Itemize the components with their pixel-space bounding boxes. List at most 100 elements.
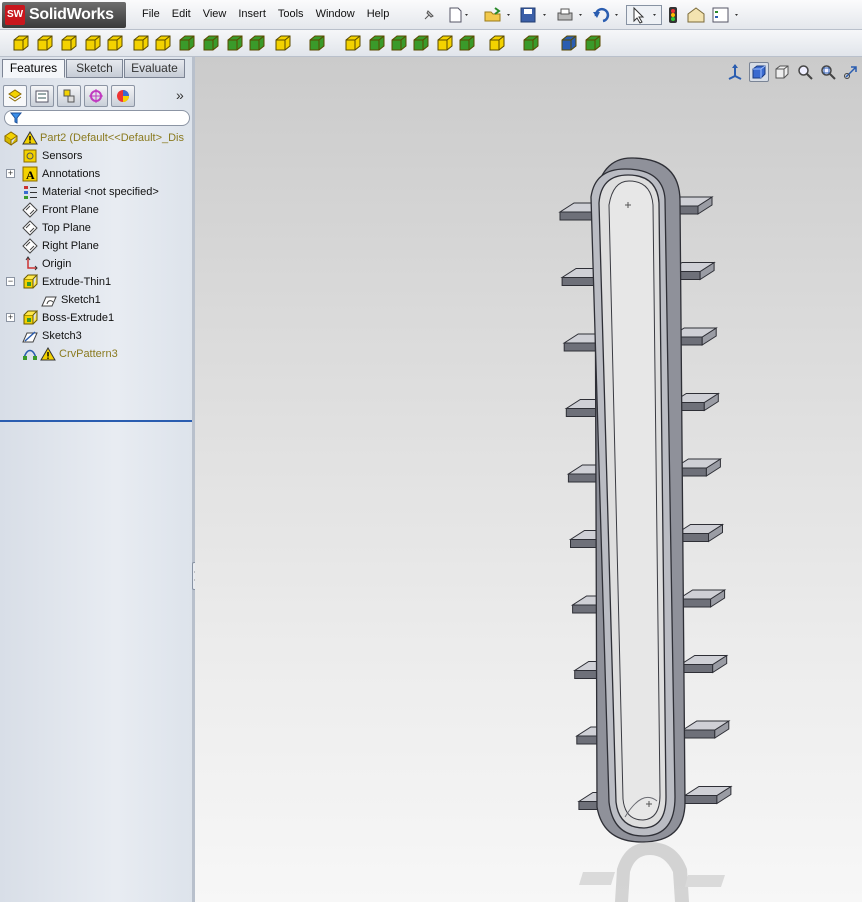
file-properties-icon[interactable] (684, 5, 708, 25)
annotations-icon: A (22, 166, 38, 182)
front-plane-label: Front Plane (42, 204, 99, 216)
menu-view[interactable]: View (197, 6, 233, 22)
origin-label: Origin (42, 258, 72, 270)
pushpin-icon[interactable] (420, 5, 438, 25)
tab-sketch[interactable]: Sketch (66, 59, 123, 78)
menu-insert[interactable]: Insert (232, 6, 272, 22)
tree-item-material[interactable]: Material <not specified> (0, 183, 192, 201)
extruded-boss-icon[interactable] (12, 34, 30, 52)
shell-icon[interactable] (390, 34, 408, 52)
tab-evaluate[interactable]: Evaluate (124, 59, 185, 78)
save-button[interactable] (518, 5, 550, 25)
graphics-area[interactable] (195, 57, 862, 902)
sketch3-label: Sketch3 (42, 330, 82, 342)
dimxpert-icon[interactable] (84, 85, 108, 107)
extruded-cut-icon[interactable] (132, 34, 150, 52)
rib-icon[interactable] (344, 34, 362, 52)
expand-panel-icon[interactable]: » (176, 87, 184, 103)
swept-cut-icon[interactable] (202, 34, 220, 52)
tree-item-sketch1[interactable]: Sketch1 (0, 291, 192, 309)
lofted-boss-icon[interactable] (84, 34, 102, 52)
expand-annotations-toggle[interactable]: + (6, 169, 15, 178)
menu-bar: File Edit View Insert Tools Window Help (136, 6, 395, 22)
extrude-thin-body (590, 157, 686, 843)
tree-item-part[interactable]: Part2 (Default<<Default>_Dis (0, 129, 192, 147)
app-name-bold: Solid (29, 6, 67, 23)
filter-icon (10, 112, 22, 124)
manager-tabs: » (0, 81, 192, 111)
revolved-cut-icon[interactable] (178, 34, 196, 52)
menu-help[interactable]: Help (361, 6, 396, 22)
featuremanager-icon[interactable] (3, 85, 27, 107)
fillet-icon[interactable] (274, 34, 292, 52)
expand-boss-extrude-toggle[interactable]: + (6, 313, 15, 322)
wrap-icon[interactable] (412, 34, 430, 52)
intersect-icon[interactable] (458, 34, 476, 52)
extrude-thin-label: Extrude-Thin1 (42, 276, 112, 288)
menu-file[interactable]: File (136, 6, 166, 22)
dome-icon[interactable] (436, 34, 454, 52)
tab-features[interactable]: Features (2, 59, 65, 78)
new-document-button[interactable] (446, 5, 472, 25)
tree-item-sketch3[interactable]: Sketch3 (0, 327, 192, 345)
select-button[interactable] (626, 5, 662, 25)
lofted-cut-icon[interactable] (226, 34, 244, 52)
warning-icon (40, 347, 56, 361)
tree-item-origin[interactable]: Origin (0, 255, 192, 273)
solidworks-logo: SW SolidWorks (2, 2, 126, 28)
rapid-sketch-icon[interactable] (584, 34, 602, 52)
material-label: Material <not specified> (42, 186, 159, 198)
boundary-boss-icon[interactable] (106, 34, 124, 52)
menu-window[interactable]: Window (310, 6, 361, 22)
annotations-label: Annotations (42, 168, 101, 180)
material-icon (24, 186, 37, 199)
display-manager-icon[interactable] (111, 85, 135, 107)
svg-text:A: A (26, 168, 35, 182)
tree-item-boss-extrude[interactable]: + Boss-Extrude1 (0, 309, 192, 327)
plane-icon (22, 238, 38, 254)
swept-boss-icon[interactable] (60, 34, 78, 52)
menu-tools[interactable]: Tools (272, 6, 310, 22)
sw-logo-badge: SW (5, 5, 25, 25)
collapse-extrude-thin-toggle[interactable]: − (6, 277, 15, 286)
rollback-bar[interactable] (0, 420, 192, 422)
right-plane-label: Right Plane (42, 240, 99, 252)
tree-item-annotations[interactable]: + A Annotations (0, 165, 192, 183)
top-plane-label: Top Plane (42, 222, 91, 234)
menu-edit[interactable]: Edit (166, 6, 197, 22)
tree-item-right-plane[interactable]: Right Plane (0, 237, 192, 255)
linear-pattern-icon[interactable] (308, 34, 326, 52)
options-icon[interactable] (710, 5, 742, 25)
instant3d-icon[interactable] (560, 34, 578, 52)
pattern-tab-right (681, 720, 731, 739)
tree-item-front-plane[interactable]: Front Plane (0, 201, 192, 219)
plane-icon (22, 202, 38, 218)
pattern-tab-right (678, 654, 729, 674)
app-name-rest: Works (66, 6, 114, 23)
hole-wizard-icon[interactable] (154, 34, 172, 52)
curves-icon[interactable] (522, 34, 540, 52)
title-bar: SW SolidWorks File Edit View Insert Tool… (0, 0, 862, 30)
open-document-button[interactable] (482, 5, 514, 25)
print-button[interactable] (554, 5, 586, 25)
tree-item-sensors[interactable]: Sensors (0, 147, 192, 165)
tree-item-extrude-thin[interactable]: − Extrude-Thin1 (0, 273, 192, 291)
sensors-label: Sensors (42, 150, 83, 162)
tree-item-crv-pattern[interactable]: CrvPattern3 (0, 345, 192, 363)
commandmanager-toolbar (0, 30, 862, 57)
boundary-cut-icon[interactable] (248, 34, 266, 52)
rebuild-icon[interactable] (666, 5, 680, 25)
floor-reflection (579, 842, 725, 902)
propertymanager-icon[interactable] (30, 85, 54, 107)
configurationmanager-icon[interactable] (57, 85, 81, 107)
tree-item-top-plane[interactable]: Top Plane (0, 219, 192, 237)
part-name: Part2 (Default<<Default>_Dis (40, 132, 184, 144)
undo-button[interactable] (590, 5, 622, 25)
solidworks-window: SW SolidWorks File Edit View Insert Tool… (0, 0, 862, 902)
revolved-boss-icon[interactable] (36, 34, 54, 52)
part-model-view (558, 157, 733, 902)
tree-filter-field[interactable] (4, 110, 190, 126)
reference-geometry-icon[interactable] (488, 34, 506, 52)
draft-icon[interactable] (368, 34, 386, 52)
sketch1-label: Sketch1 (61, 294, 101, 306)
